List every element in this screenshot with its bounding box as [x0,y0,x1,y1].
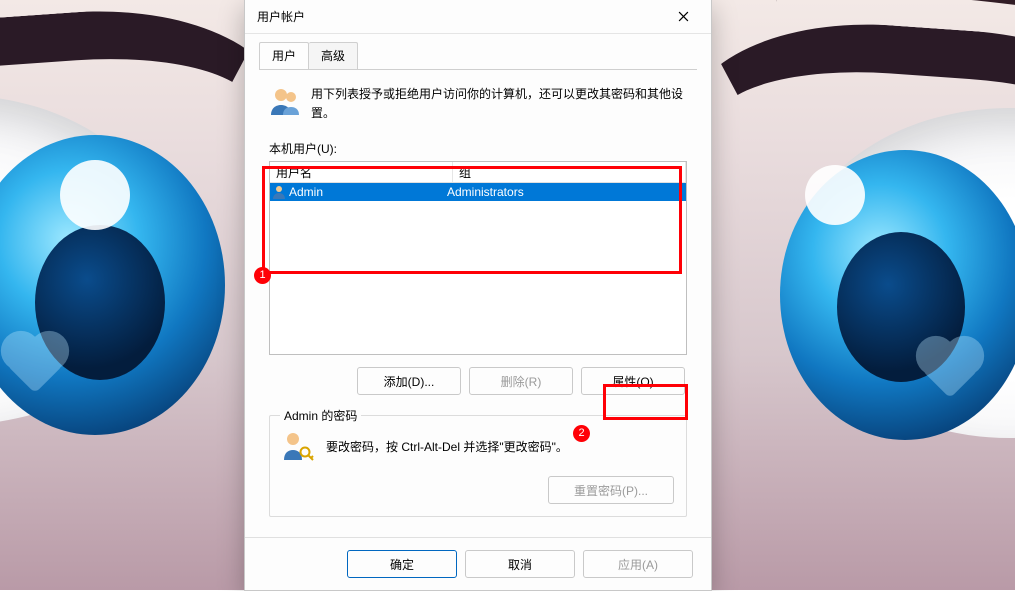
user-list[interactable]: 用户名 组 Admin Administrators [269,161,687,355]
user-accounts-dialog: 用户帐户 用户 高级 用下列表授予或拒绝用户访问你的计算机，还可以更改其密码和其… [244,0,712,591]
properties-button[interactable]: 属性(O) [581,367,685,395]
titlebar: 用户帐户 [245,0,711,34]
password-text: 要改密码，按 Ctrl-Alt-Del 并选择"更改密码"。 [326,438,568,455]
cancel-button[interactable]: 取消 [465,550,575,578]
password-group-legend: Admin 的密码 [280,407,361,424]
user-list-label: 本机用户(U): [269,140,687,157]
user-buttons-row: 添加(D)... 删除(R) 属性(O) [269,367,687,395]
cell-group: Administrators [441,185,686,199]
close-button[interactable] [661,2,705,32]
column-group[interactable]: 组 [453,162,686,182]
close-icon [678,11,689,22]
key-user-icon [282,430,314,462]
dialog-footer: 确定 取消 应用(A) [245,537,711,590]
remove-button[interactable]: 删除(R) [469,367,573,395]
list-header: 用户名 组 [270,162,686,183]
tab-bar: 用户 高级 [259,42,697,69]
info-text: 用下列表授予或拒绝用户访问你的计算机，还可以更改其密码和其他设置。 [311,85,687,122]
info-row: 用下列表授予或拒绝用户访问你的计算机，还可以更改其密码和其他设置。 [269,85,687,122]
column-username[interactable]: 用户名 [270,162,453,182]
add-button[interactable]: 添加(D)... [357,367,461,395]
password-group: Admin 的密码 要改密码，按 Ctrl-Alt-Del 并选择"更改密码"。… [269,415,687,517]
tab-advanced[interactable]: 高级 [309,42,358,69]
users-icon [269,85,301,117]
ok-button[interactable]: 确定 [347,550,457,578]
reset-password-button[interactable]: 重置密码(P)... [548,476,674,504]
tab-users[interactable]: 用户 [259,42,309,69]
apply-button[interactable]: 应用(A) [583,550,693,578]
list-row[interactable]: Admin Administrators [270,183,686,201]
cell-username: Admin [289,185,441,199]
tab-page-users: 用下列表授予或拒绝用户访问你的计算机，还可以更改其密码和其他设置。 本机用户(U… [259,69,697,537]
dialog-title: 用户帐户 [257,8,661,25]
user-row-icon [271,184,287,200]
